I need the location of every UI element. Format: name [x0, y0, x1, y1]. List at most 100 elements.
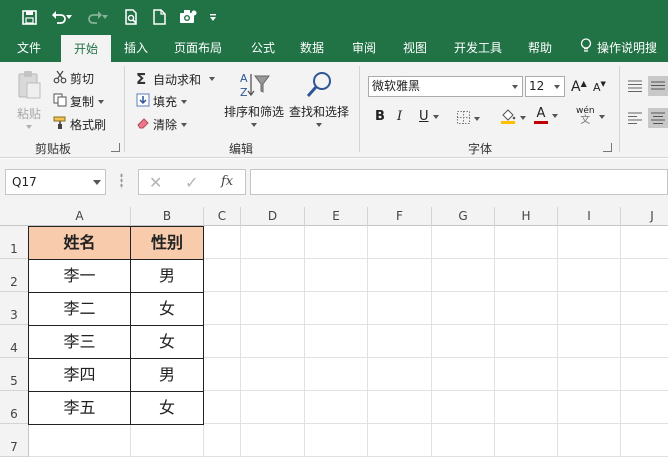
column-header-b[interactable]: B — [131, 207, 204, 226]
cell-i7[interactable] — [558, 424, 621, 457]
cell-d2[interactable] — [241, 259, 305, 292]
cell-d5[interactable] — [241, 358, 305, 391]
clear-button[interactable]: 清除 — [136, 116, 188, 133]
cell-i3[interactable] — [558, 292, 621, 325]
cell-e7[interactable] — [305, 424, 368, 457]
cell-g3[interactable] — [432, 292, 495, 325]
cell-d6[interactable] — [241, 391, 305, 424]
cell-c3[interactable] — [204, 292, 241, 325]
cell-c2[interactable] — [204, 259, 241, 292]
cell-c4[interactable] — [204, 325, 241, 358]
row-header-4[interactable]: 4 — [0, 325, 29, 358]
tab-home[interactable]: 开始 — [61, 35, 111, 62]
table-cell[interactable]: 李四 — [28, 358, 131, 392]
clipboard-launcher-icon[interactable] — [111, 143, 120, 152]
row-header-7[interactable]: 7 — [0, 424, 29, 457]
cell-f3[interactable] — [368, 292, 432, 325]
camera-icon[interactable] — [176, 6, 200, 28]
table-cell[interactable]: 男 — [130, 259, 204, 293]
cell-f1[interactable] — [368, 226, 432, 259]
cell-g4[interactable] — [432, 325, 495, 358]
tab-help[interactable]: 帮助 — [518, 34, 562, 62]
tell-me-search[interactable]: 操作说明搜 — [580, 34, 668, 62]
cell-d4[interactable] — [241, 325, 305, 358]
table-cell[interactable]: 女 — [130, 292, 204, 326]
cell-i2[interactable] — [558, 259, 621, 292]
insert-function-icon[interactable]: fx — [221, 174, 233, 189]
table-cell[interactable]: 女 — [130, 325, 204, 359]
column-header-g[interactable]: G — [432, 207, 495, 226]
cell-j7[interactable] — [621, 424, 668, 457]
table-cell[interactable]: 男 — [130, 358, 204, 392]
tab-developer[interactable]: 开发工具 — [446, 34, 510, 62]
cell-h6[interactable] — [495, 391, 558, 424]
font-name-combo[interactable]: 微软雅黑 — [368, 76, 523, 97]
cell-a7[interactable] — [29, 424, 131, 457]
cell-g2[interactable] — [432, 259, 495, 292]
customize-icon[interactable] — [205, 6, 221, 28]
table-header-cell[interactable]: 姓名 — [28, 226, 131, 260]
phonetic-button[interactable]: wén 文 — [576, 107, 605, 126]
cell-b7[interactable] — [131, 424, 204, 457]
chevron-down-icon[interactable] — [508, 77, 522, 96]
find-select-button[interactable]: 查找和选择 — [289, 70, 349, 127]
fill-color-button[interactable] — [500, 108, 526, 127]
row-header-6[interactable]: 6 — [0, 391, 29, 424]
font-size-combo[interactable]: 12 — [525, 76, 565, 97]
column-header-e[interactable]: E — [305, 207, 368, 226]
row-header-3[interactable]: 3 — [0, 292, 29, 325]
table-cell[interactable]: 李二 — [28, 292, 131, 326]
align-center-button[interactable] — [648, 108, 668, 128]
cell-f7[interactable] — [368, 424, 432, 457]
formula-input[interactable] — [250, 169, 668, 195]
cell-j6[interactable] — [621, 391, 668, 424]
cell-f4[interactable] — [368, 325, 432, 358]
column-header-f[interactable]: F — [368, 207, 432, 226]
cell-c5[interactable] — [204, 358, 241, 391]
cell-f2[interactable] — [368, 259, 432, 292]
align-left-button[interactable] — [628, 112, 642, 124]
undo-dropdown-icon[interactable] — [63, 6, 75, 28]
cell-f5[interactable] — [368, 358, 432, 391]
cell-i5[interactable] — [558, 358, 621, 391]
cell-i6[interactable] — [558, 391, 621, 424]
fill-button[interactable]: 填充 — [136, 93, 188, 110]
cell-j1[interactable] — [621, 226, 668, 259]
cell-d7[interactable] — [241, 424, 305, 457]
cell-h4[interactable] — [495, 325, 558, 358]
print-preview-icon[interactable] — [119, 6, 143, 28]
column-header-j[interactable]: J — [621, 207, 668, 226]
paste-button[interactable]: 粘贴 — [13, 70, 45, 129]
cancel-icon[interactable]: ✕ — [149, 173, 162, 192]
cell-g5[interactable] — [432, 358, 495, 391]
cell-h3[interactable] — [495, 292, 558, 325]
tab-insert[interactable]: 插入 — [114, 34, 158, 62]
cell-c1[interactable] — [204, 226, 241, 259]
autosum-button[interactable]: Σ 自动求和 — [136, 70, 216, 88]
cell-e1[interactable] — [305, 226, 368, 259]
cell-i1[interactable] — [558, 226, 621, 259]
cell-e2[interactable] — [305, 259, 368, 292]
cell-f6[interactable] — [368, 391, 432, 424]
sort-filter-button[interactable]: AZ 排序和筛选 — [224, 70, 284, 127]
shrink-font-button[interactable]: A ▼ — [593, 80, 606, 95]
cell-g6[interactable] — [432, 391, 495, 424]
tab-file[interactable]: 文件 — [7, 34, 51, 62]
cell-d1[interactable] — [241, 226, 305, 259]
tab-review[interactable]: 审阅 — [342, 34, 386, 62]
table-cell[interactable]: 李一 — [28, 259, 131, 293]
align-middle-button[interactable] — [648, 76, 668, 96]
cut-button[interactable]: 剪切 — [53, 70, 94, 87]
cell-c7[interactable] — [204, 424, 241, 457]
cell-h1[interactable] — [495, 226, 558, 259]
table-cell[interactable]: 女 — [130, 391, 204, 425]
cell-e6[interactable] — [305, 391, 368, 424]
tab-page-layout[interactable]: 页面布局 — [166, 34, 230, 62]
bold-button[interactable]: B — [375, 109, 385, 124]
column-header-c[interactable]: C — [204, 207, 241, 226]
cell-c6[interactable] — [204, 391, 241, 424]
cell-h5[interactable] — [495, 358, 558, 391]
redo-dropdown-icon[interactable] — [99, 6, 111, 28]
grow-font-button[interactable]: A ▲ — [571, 79, 587, 96]
name-box[interactable]: Q17 — [5, 169, 106, 195]
